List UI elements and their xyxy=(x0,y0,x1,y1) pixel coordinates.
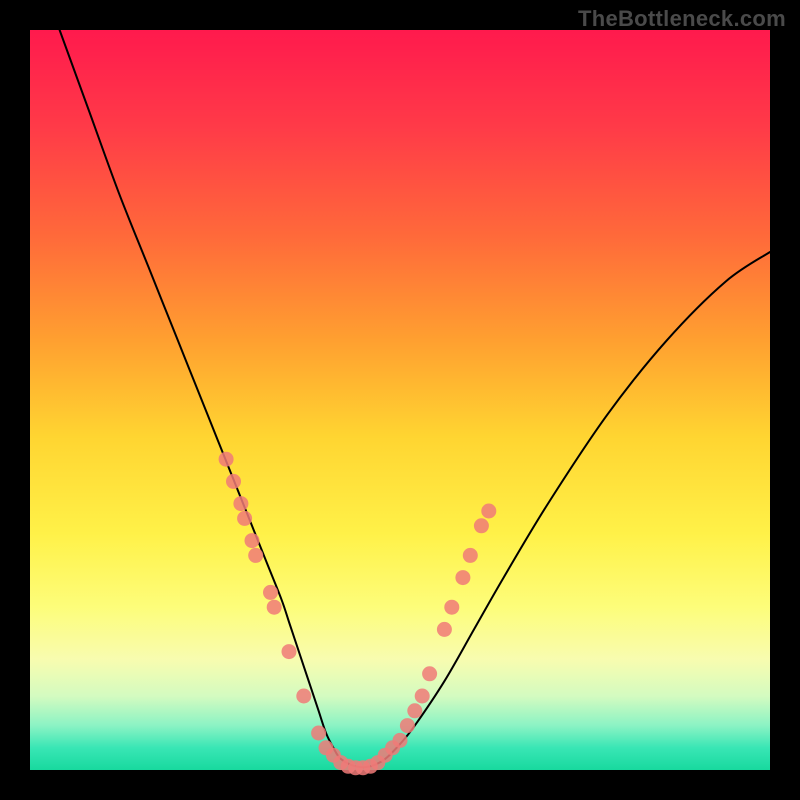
data-marker xyxy=(455,570,470,585)
data-marker xyxy=(400,718,415,733)
data-marker xyxy=(422,666,437,681)
data-marker xyxy=(245,533,260,548)
data-marker xyxy=(267,600,282,615)
data-marker xyxy=(311,726,326,741)
data-marker xyxy=(407,703,422,718)
data-marker xyxy=(296,689,311,704)
data-marker xyxy=(444,600,459,615)
data-marker xyxy=(226,474,241,489)
data-marker xyxy=(282,644,297,659)
watermark-text: TheBottleneck.com xyxy=(578,6,786,32)
data-marker xyxy=(474,518,489,533)
data-marker xyxy=(463,548,478,563)
plot-area xyxy=(30,30,770,770)
data-marker xyxy=(237,511,252,526)
chart-svg xyxy=(30,30,770,770)
data-marker xyxy=(481,504,496,519)
data-marker xyxy=(415,689,430,704)
bottleneck-curve xyxy=(60,30,770,767)
data-marker xyxy=(233,496,248,511)
data-marker xyxy=(437,622,452,637)
data-marker xyxy=(248,548,263,563)
data-marker xyxy=(263,585,278,600)
chart-frame: TheBottleneck.com xyxy=(0,0,800,800)
data-marker xyxy=(393,733,408,748)
data-marker xyxy=(219,452,234,467)
data-markers xyxy=(219,452,497,776)
